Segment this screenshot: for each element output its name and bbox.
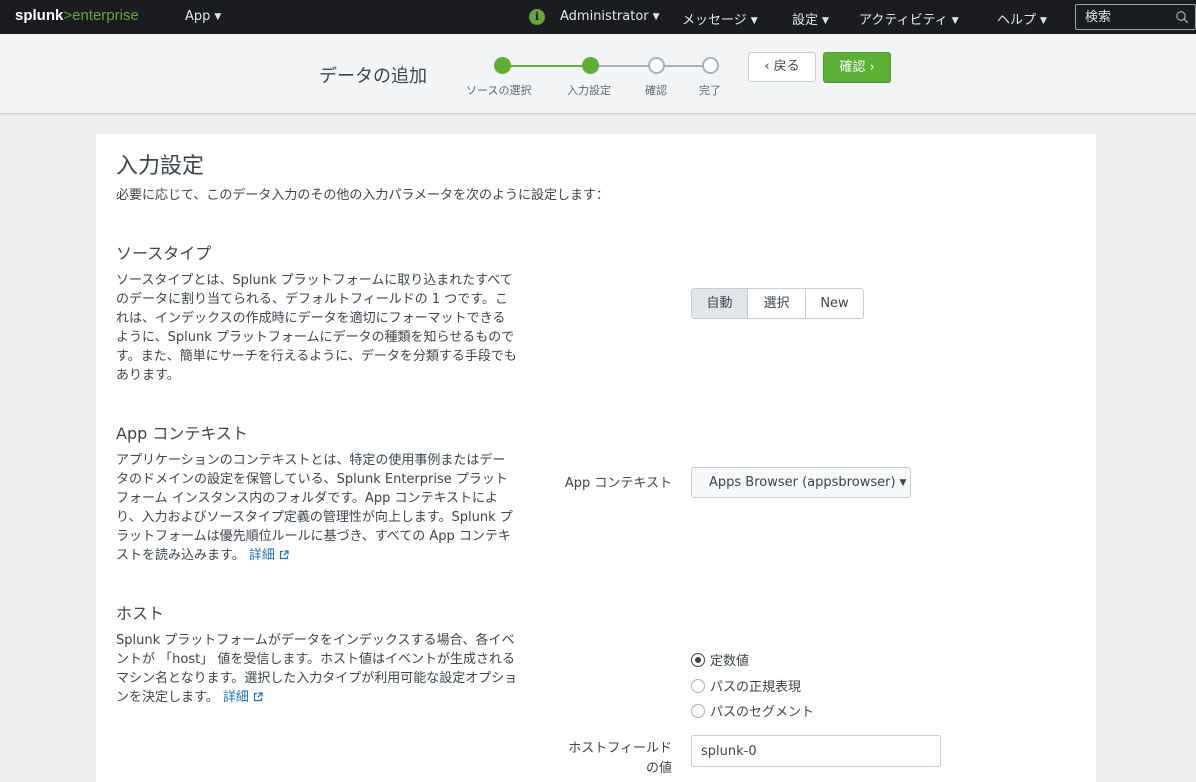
host-learn-more-link[interactable]: 詳細 <box>223 690 263 705</box>
appcontext-field-label: App コンテキスト <box>564 476 672 491</box>
step-dot-source <box>494 57 511 74</box>
wizard-title: データの追加 <box>319 66 427 87</box>
appcontext-description: アプリケーションのコンテキストとは、特定の使用事例またはデータのドメインの設定を… <box>116 453 513 563</box>
page-title: 入力設定 <box>116 154 205 179</box>
wizard-header: データの追加 ソースの選択 入力設定 確認 完了 ‹ 戻る 確認 › <box>0 34 1196 114</box>
search-icon[interactable] <box>1175 10 1189 24</box>
host-title: ホスト <box>116 604 165 623</box>
info-icon[interactable]: i <box>529 9 545 25</box>
appcontext-dropdown[interactable]: Apps Browser (appsbrowser) ▼ <box>691 467 911 498</box>
help-menu[interactable]: ヘルプ ▼ <box>997 9 1047 28</box>
external-link-icon <box>253 692 263 702</box>
host-description: Splunk プラットフォームがデータをインデックスする場合、各イベントが 「h… <box>116 633 518 705</box>
radio-unchecked-icon <box>691 679 705 693</box>
step-dot-input-settings <box>582 57 599 74</box>
caret-down-icon: ▼ <box>214 12 222 22</box>
radio-unchecked-icon <box>691 704 705 718</box>
appcontext-learn-more-link[interactable]: 詳細 <box>249 548 289 563</box>
top-nav-bar: splunk>enterprise App ▼ i Administrator ▼ … <box>0 0 1196 34</box>
input-settings-panel: 入力設定 必要に応じて、このデータ入力のその他の入力パラメータを次のように設定し… <box>96 134 1096 782</box>
radio-checked-icon <box>691 653 705 667</box>
back-button[interactable]: ‹ 戻る <box>748 52 816 82</box>
host-radio-constant[interactable]: 定数値 <box>691 650 749 669</box>
caret-down-icon: ▼ <box>899 478 907 488</box>
step-label-review: 確認 <box>645 84 667 97</box>
step-dot-done <box>702 57 719 74</box>
host-radio-regex[interactable]: パスの正規表現 <box>691 676 801 695</box>
sourcetype-title: ソースタイプ <box>116 244 212 263</box>
search-input[interactable] <box>1076 5 1176 29</box>
caret-down-icon: ▼ <box>750 16 758 26</box>
settings-menu[interactable]: 設定 ▼ <box>792 9 829 28</box>
search-box <box>1075 4 1196 30</box>
step-label-source: ソースの選択 <box>466 84 532 97</box>
host-field-value-input[interactable] <box>691 735 941 767</box>
step-connector <box>503 65 591 67</box>
caret-down-icon: ▼ <box>951 16 959 26</box>
sourcetype-select-button[interactable]: 選択 <box>748 289 806 318</box>
step-label-done: 完了 <box>699 84 721 97</box>
caret-down-icon: ▼ <box>1040 16 1047 26</box>
step-dot-review <box>648 57 665 74</box>
appcontext-title: App コンテキスト <box>116 424 248 443</box>
splunk-logo[interactable]: splunk>enterprise <box>15 7 139 24</box>
step-label-input-settings: 入力設定 <box>567 84 611 97</box>
sourcetype-toggle: 自動 選択 New <box>691 288 864 319</box>
caret-down-icon: ▼ <box>652 12 660 22</box>
messages-menu[interactable]: メッセージ ▼ <box>682 9 758 28</box>
host-field-label: ホストフィールドの値 <box>568 741 672 776</box>
review-button[interactable]: 確認 › <box>823 52 891 83</box>
sourcetype-new-button[interactable]: New <box>806 289 863 318</box>
sourcetype-description: ソースタイプとは、Splunk プラットフォームに取り込まれたすべてのデータに割… <box>116 273 517 383</box>
activity-menu[interactable]: アクティビティ ▼ <box>859 9 959 28</box>
sourcetype-auto-button[interactable]: 自動 <box>692 289 748 318</box>
caret-down-icon: ▼ <box>822 16 829 26</box>
page-intro: 必要に応じて、このデータ入力のその他の入力パラメータを次のように設定します： <box>116 188 609 203</box>
app-menu[interactable]: App ▼ <box>185 9 221 24</box>
host-radio-segment[interactable]: パスのセグメント <box>691 701 814 720</box>
external-link-icon <box>279 550 289 560</box>
user-menu[interactable]: Administrator ▼ <box>560 9 660 24</box>
